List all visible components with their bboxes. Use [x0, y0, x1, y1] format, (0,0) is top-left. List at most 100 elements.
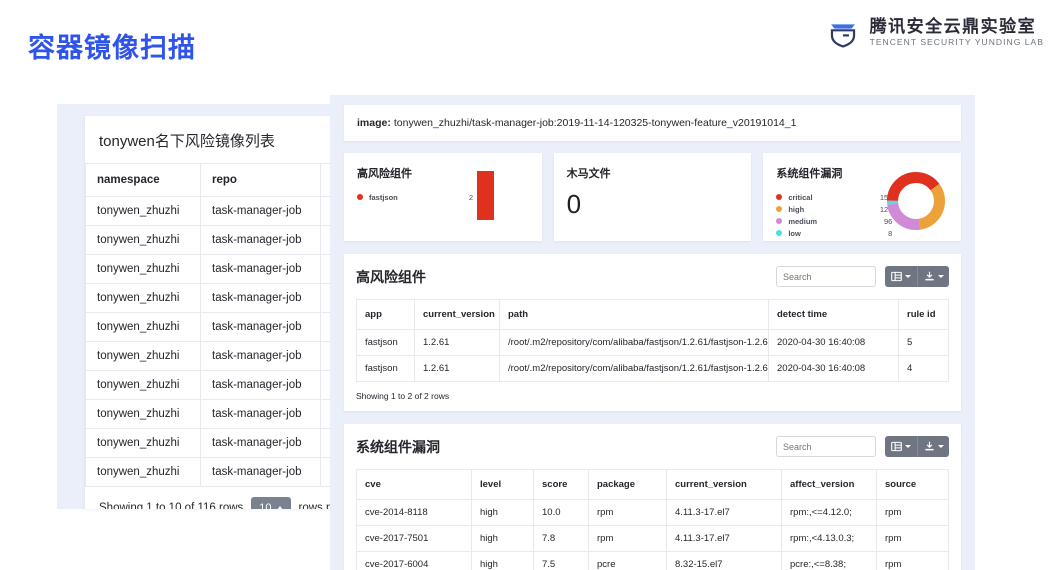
column-header-current-version[interactable]: current_version [666, 469, 782, 500]
cell-namespace: tonywen_zhuzhi [85, 196, 201, 226]
detail-panel: image: tonywen_zhuzhi/task-manager-job:2… [330, 95, 975, 570]
high-risk-component-card: 高风险组件 fastjson 2 [344, 153, 542, 241]
cell-cve: cve-2017-7501 [356, 525, 472, 552]
table-row[interactable]: tonywen_zhuzhitask-manager-job2 [85, 341, 340, 371]
column-header-score[interactable]: score [533, 469, 589, 500]
risk-image-list-title: tonywen名下风险镜像列表 [99, 133, 275, 150]
cell-repo: task-manager-job [200, 283, 321, 313]
section-header: 系统组件漏洞 [356, 436, 949, 457]
cell-current-version: 4.11.3-17.el7 [666, 499, 782, 526]
column-header-level[interactable]: level [471, 469, 534, 500]
table-row[interactable]: cve-2017-6004 high 7.5 pcre 8.32-15.el7 … [356, 551, 949, 570]
column-header-detect-time[interactable]: detect time [768, 299, 899, 330]
cell-namespace: tonywen_zhuzhi [85, 399, 201, 429]
cell-namespace: tonywen_zhuzhi [85, 312, 201, 342]
columns-toggle-icon[interactable] [885, 436, 917, 457]
image-value: tonywen_zhuzhi/task-manager-job:2019-11-… [393, 117, 797, 129]
cell-namespace: tonywen_zhuzhi [85, 283, 201, 313]
download-export-icon[interactable] [917, 436, 949, 457]
columns-toggle-icon[interactable] [885, 266, 917, 287]
legend-dot-icon [776, 230, 783, 236]
pagination-bar: Showing 1 to 10 of 116 rows 10 rows per … [85, 487, 340, 509]
tencent-yunding-logo-icon [826, 15, 860, 49]
summary-cards: 高风险组件 fastjson 2 木马文件 0 系统组件漏洞 critical … [344, 153, 962, 241]
rows-per-page-value: 10 [259, 502, 272, 509]
table-row[interactable]: tonywen_zhuzhitask-manager-job2 [85, 254, 340, 284]
cell-package: pcre [588, 551, 667, 570]
column-header-rule-id[interactable]: rule id [898, 299, 949, 330]
cell-rule-id: 5 [898, 329, 949, 356]
high-risk-components-table: app current_version path detect time rul… [356, 299, 949, 382]
showing-rows-text: Showing 1 to 2 of 2 rows [356, 391, 450, 401]
legend-label: low [788, 228, 801, 238]
table-row[interactable]: fastjson 1.2.61 /root/.m2/repository/com… [356, 355, 949, 382]
table-row[interactable]: tonywen_zhuzhitask-manager-job2 [85, 428, 340, 458]
column-header-package[interactable]: package [588, 469, 667, 500]
cell-namespace: tonywen_zhuzhi [85, 341, 201, 371]
cell-affect-version: pcre:,<=8.38; [781, 551, 877, 570]
cell-path: /root/.m2/repository/com/alibaba/fastjso… [499, 355, 769, 382]
cell-path: /root/.m2/repository/com/alibaba/fastjso… [499, 329, 769, 356]
column-header-cve[interactable]: cve [356, 469, 472, 500]
showing-rows-text: Showing 1 to 10 of 116 rows [99, 502, 244, 509]
column-header-source[interactable]: source [876, 469, 949, 500]
table-header-row: app current_version path detect time rul… [356, 299, 949, 330]
chevron-down-icon [905, 275, 911, 278]
cell-repo: task-manager-job [200, 254, 321, 284]
section-title-high-risk: 高风险组件 [356, 268, 426, 285]
vuln-donut-chart [885, 170, 947, 237]
legend-dot-icon [776, 218, 783, 224]
left-panel: tonywen名下风险镜像列表 namespace repo t tonywen… [57, 104, 340, 509]
table-row[interactable]: tonywen_zhuzhitask-manager-job2 [85, 312, 340, 342]
legend-value: 2 [468, 192, 473, 202]
table-row[interactable]: tonywen_zhuzhitask-manager-job2 [85, 225, 340, 255]
high-risk-components-body: fastjson 1.2.61 /root/.m2/repository/com… [356, 329, 949, 382]
table-row[interactable]: tonywen_zhuzhitask-manager-job2 [85, 457, 340, 487]
cell-app: fastjson [356, 329, 415, 356]
table-row[interactable]: fastjson 1.2.61 /root/.m2/repository/com… [356, 329, 949, 356]
search-input[interactable] [776, 436, 876, 457]
page-title: 容器镜像扫描 [28, 33, 196, 63]
table-header-row: namespace repo t [85, 163, 340, 197]
table-row[interactable]: tonywen_zhuzhitask-manager-job2 [85, 196, 340, 226]
table-row[interactable]: tonywen_zhuzhitask-manager-job2 [85, 283, 340, 313]
cell-current-version: 1.2.61 [414, 329, 500, 356]
rows-per-page-dropdown[interactable]: 10 [251, 497, 291, 509]
chevron-down-icon [937, 445, 944, 448]
table-row[interactable]: cve-2017-7501 high 7.8 rpm 4.11.3-17.el7… [356, 525, 949, 552]
column-header-repo[interactable]: repo [200, 163, 321, 197]
table-toolbar [885, 436, 949, 457]
cell-package: rpm [588, 525, 667, 552]
cell-repo: task-manager-job [200, 457, 321, 487]
column-header-affect-version[interactable]: affect_version [781, 469, 877, 500]
cell-current-version: 8.32-15.el7 [666, 551, 782, 570]
cell-source: rpm [876, 551, 949, 570]
cell-rule-id: 4 [898, 355, 949, 382]
system-vuln-card: 系统组件漏洞 critical 151 high 123 medium 96 l… [763, 153, 962, 241]
column-header-path[interactable]: path [499, 299, 769, 330]
cell-cve: cve-2017-6004 [356, 551, 472, 570]
cell-namespace: tonywen_zhuzhi [85, 457, 201, 487]
trojan-file-card: 木马文件 0 [553, 153, 752, 241]
column-header-namespace[interactable]: namespace [85, 163, 201, 197]
search-input[interactable] [776, 266, 876, 287]
legend-label: critical [788, 192, 813, 202]
cell-score: 7.8 [533, 525, 589, 552]
column-header-current-version[interactable]: current_version [414, 299, 500, 330]
download-export-icon[interactable] [917, 266, 949, 287]
risk-image-table: namespace repo t tonywen_zhuzhitask-mana… [85, 163, 340, 487]
system-vulns-table: cve level score package current_version … [356, 469, 949, 570]
column-header-app[interactable]: app [356, 299, 415, 330]
legend-item-fastjson: fastjson 2 [357, 191, 529, 203]
cell-detect-time: 2020-04-30 16:40:08 [768, 355, 899, 382]
card-title-high-risk: 高风险组件 [357, 168, 412, 180]
legend-dot-icon [357, 194, 363, 200]
card-title-trojan: 木马文件 [566, 168, 611, 180]
table-row[interactable]: cve-2014-8118 high 10.0 rpm 4.11.3-17.el… [356, 499, 949, 526]
cell-cve: cve-2014-8118 [356, 499, 472, 526]
chevron-down-icon [905, 445, 911, 448]
table-row[interactable]: tonywen_zhuzhitask-manager-job2 [85, 370, 340, 400]
cell-source: rpm [876, 525, 949, 552]
table-row[interactable]: tonywen_zhuzhitask-manager-job2 [85, 399, 340, 429]
brand-name-en: TENCENT SECURITY YUNDING LAB [869, 36, 1044, 47]
